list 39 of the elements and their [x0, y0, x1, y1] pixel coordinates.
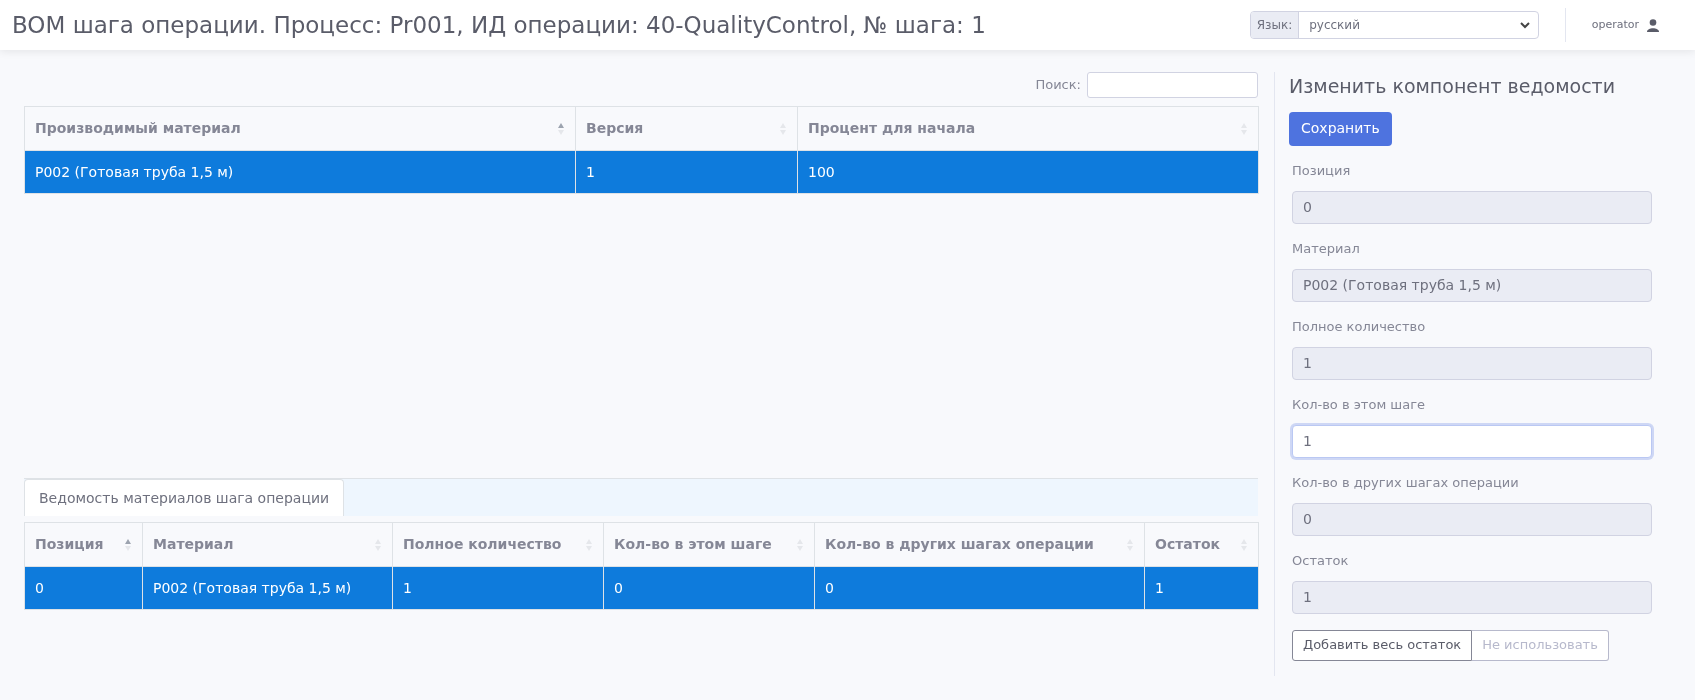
panel-title: Изменить компонент ведомости — [1289, 74, 1616, 99]
chevron-down-icon — [1519, 21, 1530, 29]
column-header[interactable]: Материал — [142, 522, 393, 567]
field-label: Позиция — [1292, 161, 1352, 180]
column-header[interactable]: Кол-во в этом шаге — [603, 522, 815, 567]
column-header[interactable]: Производимый материал — [24, 106, 576, 151]
table-row[interactable]: P002 (Готовая труба 1,5 м) 1 100 — [24, 150, 1259, 194]
field-label: Остаток — [1292, 551, 1350, 570]
language-select[interactable]: Язык: русский — [1249, 11, 1539, 39]
column-header[interactable]: Остаток — [1144, 522, 1259, 567]
save-button[interactable]: Сохранить — [1289, 111, 1392, 146]
user-icon[interactable] — [1647, 18, 1659, 32]
language-label: Язык: — [1250, 12, 1300, 38]
column-header[interactable]: Позиция — [24, 522, 143, 567]
column-header[interactable]: Полное количество — [392, 522, 604, 567]
page-title: BOM шага операции. Процесс: Pr001, ИД операции: 40-QualityControl, № шага: 1 — [12, 10, 986, 40]
table-cell: 0 — [814, 566, 1145, 610]
table-cell: 0 — [603, 566, 815, 610]
column-header[interactable]: Версия — [575, 106, 798, 151]
search-field[interactable] — [1087, 72, 1258, 98]
field-label: Кол-во в других шагах операции — [1292, 473, 1520, 492]
table-cell: 1 — [1144, 566, 1259, 610]
table-cell: P002 (Готовая труба 1,5 м) — [142, 566, 393, 610]
field-label: Кол-во в этом шаге — [1292, 395, 1426, 414]
action-button[interactable]: Добавить весь остаток — [1292, 629, 1473, 661]
table-cell: 1 — [575, 150, 798, 194]
table-row[interactable]: 0 P002 (Готовая труба 1,5 м) 1 0 0 1 — [24, 566, 1259, 610]
column-header[interactable]: Процент для начала — [797, 106, 1259, 151]
table-cell: 100 — [797, 150, 1259, 194]
table-cell: 0 — [24, 566, 143, 610]
user-name[interactable]: operator — [1591, 16, 1639, 34]
table-cell: 1 — [392, 566, 604, 610]
field-label: Полное количество — [1292, 317, 1427, 336]
search-label: Поиск: — [1035, 76, 1081, 95]
column-header[interactable]: Кол-во в других шагах операции — [814, 522, 1145, 567]
tab[interactable]: Ведомость материалов шага операции — [24, 479, 345, 516]
field-label: Материал — [1292, 239, 1361, 258]
input-field[interactable]: 1 — [1292, 424, 1652, 458]
table-cell: P002 (Готовая труба 1,5 м) — [24, 150, 576, 194]
